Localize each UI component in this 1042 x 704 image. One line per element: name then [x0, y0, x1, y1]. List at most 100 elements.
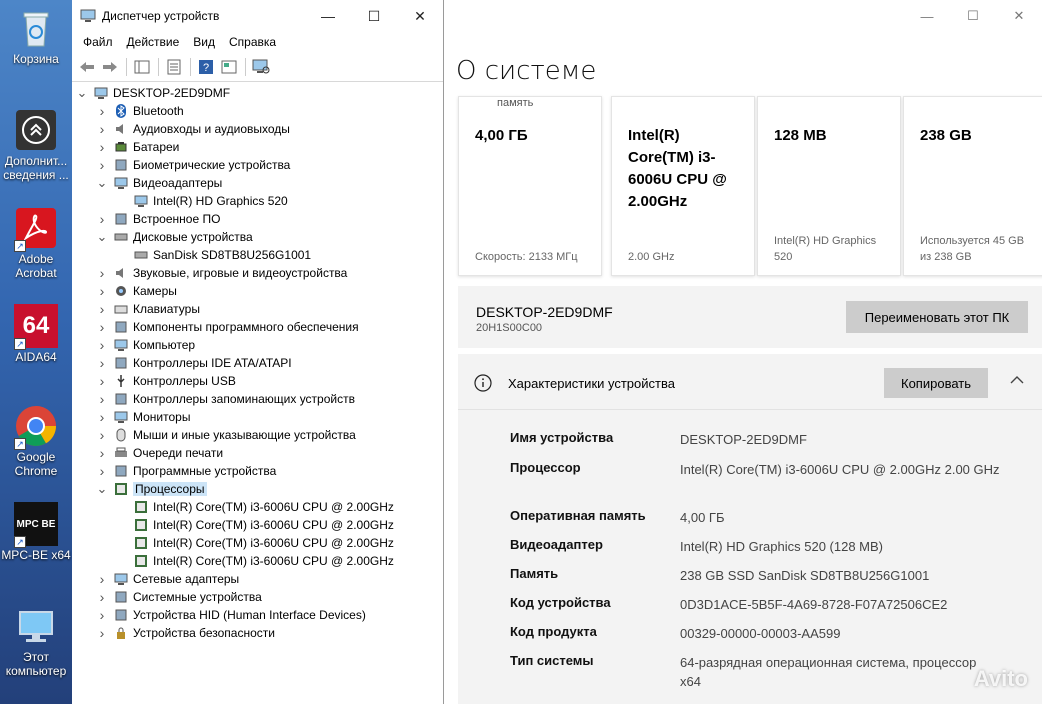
back-icon[interactable] [76, 56, 98, 78]
tree-node[interactable]: ⌄ Видеоадаптеры [96, 174, 223, 192]
tree-node[interactable]: Intel(R) Core(TM) i3-6006U CPU @ 2.00GHz [116, 534, 394, 552]
chevron-right-icon[interactable]: › [96, 589, 108, 605]
chevron-down-icon[interactable]: ⌄ [96, 230, 108, 243]
tree-node-label: DESKTOP-2ED9DMF [113, 86, 231, 100]
chevron-down-icon[interactable]: ⌄ [96, 176, 108, 189]
tree-node[interactable]: › Аудиовходы и аудиовыходы [96, 120, 290, 138]
tree-node[interactable]: Intel(R) Core(TM) i3-6006U CPU @ 2.00GHz [116, 552, 394, 570]
tree-node[interactable]: › Мыши и иные указывающие устройства [96, 426, 356, 444]
tree-node[interactable]: › Камеры [96, 282, 177, 300]
monitor-icon [114, 410, 128, 424]
settings-maximize-button[interactable]: ☐ [950, 0, 996, 32]
properties-icon[interactable] [163, 56, 185, 78]
settings-window: — ☐ ✕ О системе память 4,00 ГБ Скорость:… [444, 0, 1042, 704]
tree-node[interactable]: › Батареи [96, 138, 180, 156]
security-device-icon [114, 626, 128, 640]
help-icon[interactable]: ? [195, 56, 217, 78]
chevron-right-icon[interactable]: › [96, 121, 108, 137]
tree-node[interactable]: Intel(R) Core(TM) i3-6006U CPU @ 2.00GHz [116, 516, 394, 534]
chevron-right-icon[interactable]: › [96, 283, 108, 299]
fingerprint-icon [114, 158, 128, 172]
desktop-icon-recycle-bin[interactable]: Корзина [0, 6, 72, 66]
menu-help[interactable]: Справка [222, 35, 283, 49]
device-manager-titlebar[interactable]: Диспетчер устройств — ☐ ✕ [72, 0, 443, 32]
settings-minimize-button[interactable]: — [904, 0, 950, 32]
tree-node[interactable]: › Устройства HID (Human Interface Devices… [96, 606, 366, 624]
chevron-right-icon[interactable]: › [96, 427, 108, 443]
chevron-right-icon[interactable]: › [96, 337, 108, 353]
forward-icon[interactable] [99, 56, 121, 78]
desktop-icon-additional-info[interactable]: Дополнит... сведения ... [0, 108, 72, 182]
desktop-icon-mpc-be[interactable]: MPC BE ↗ MPC-BE x64 [0, 502, 72, 562]
chevron-right-icon[interactable]: › [96, 625, 108, 641]
spec-value: DESKTOP-2ED9DMF [680, 432, 807, 447]
rename-pc-button[interactable]: Переименовать этот ПК [846, 301, 1028, 333]
chevron-right-icon[interactable]: › [96, 319, 108, 335]
minimize-button[interactable]: — [305, 0, 351, 32]
keyboard-icon [114, 302, 128, 316]
tree-node[interactable]: › Компьютер [96, 336, 195, 354]
chevron-right-icon[interactable]: › [96, 301, 108, 317]
chevron-down-icon[interactable]: ⌄ [96, 482, 108, 495]
tree-node[interactable]: › Клавиатуры [96, 300, 200, 318]
tree-node[interactable]: › Программные устройства [96, 462, 277, 480]
tree-node[interactable]: › Очереди печати [96, 444, 223, 462]
tree-node[interactable]: ⌄ DESKTOP-2ED9DMF [76, 84, 231, 102]
desktop-icon-aida64[interactable]: 64 ↗ AIDA64 [0, 304, 72, 364]
google-chrome-icon: ↗ [14, 404, 58, 450]
tree-node[interactable]: ⌄ Дисковые устройства [96, 228, 253, 246]
specifications-header[interactable]: Характеристики устройства Копировать [458, 354, 1042, 410]
chevron-right-icon[interactable]: › [96, 157, 108, 173]
maximize-button[interactable]: ☐ [351, 0, 397, 32]
chevron-right-icon[interactable]: › [96, 103, 108, 119]
chevron-right-icon[interactable]: › [96, 373, 108, 389]
show-hide-tree-icon[interactable] [131, 56, 153, 78]
tree-node[interactable]: › Контроллеры USB [96, 372, 236, 390]
tree-node[interactable]: SanDisk SD8TB8U256G1001 [116, 246, 311, 264]
chevron-right-icon[interactable]: › [96, 463, 108, 479]
close-button[interactable]: ✕ [397, 0, 443, 32]
tree-node[interactable]: ⌄ Процессоры [96, 480, 207, 498]
tree-node[interactable]: › Контроллеры IDE ATA/ATAPI [96, 354, 292, 372]
tree-node[interactable]: › Сетевые адаптеры [96, 570, 240, 588]
tree-node[interactable]: › Компоненты программного обеспечения [96, 318, 359, 336]
tree-node[interactable]: › Встроенное ПО [96, 210, 221, 228]
chevron-down-icon[interactable]: ⌄ [76, 86, 88, 99]
desktop-icon-google-chrome[interactable]: ↗ Google Chrome [0, 404, 72, 478]
desktop-icon-adobe-acrobat[interactable]: ↗ Adobe Acrobat [0, 206, 72, 280]
chevron-right-icon[interactable]: › [96, 607, 108, 623]
copy-button[interactable]: Копировать [884, 368, 988, 398]
menu-file[interactable]: Файл [76, 35, 120, 49]
menu-view[interactable]: Вид [186, 35, 222, 49]
tree-node[interactable]: Intel(R) HD Graphics 520 [116, 192, 288, 210]
tree-node[interactable]: › Устройства безопасности [96, 624, 275, 642]
tree-node[interactable]: › Мониторы [96, 408, 191, 426]
scan-hardware-icon[interactable] [250, 56, 272, 78]
desktop-icon-this-pc[interactable]: Этот компьютер [0, 604, 72, 678]
tree-node[interactable]: › Звуковые, игровые и видеоустройства [96, 264, 348, 282]
resources-icon[interactable] [218, 56, 240, 78]
tree-node[interactable]: › Контроллеры запоминающих устройств [96, 390, 355, 408]
tree-node[interactable]: › Биометрические устройства [96, 156, 291, 174]
chevron-right-icon[interactable]: › [96, 571, 108, 587]
tree-node[interactable]: Intel(R) Core(TM) i3-6006U CPU @ 2.00GHz [116, 498, 394, 516]
tree-node-label: Контроллеры запоминающих устройств [133, 392, 355, 406]
spec-value: 00329-00000-00003-AA599 [680, 626, 841, 641]
processor-icon [134, 554, 148, 568]
chevron-right-icon[interactable]: › [96, 409, 108, 425]
chevron-up-icon[interactable] [1010, 374, 1024, 388]
tree-node-label: Встроенное ПО [133, 212, 221, 226]
chevron-right-icon[interactable]: › [96, 139, 108, 155]
tree-node-label: Процессоры [133, 482, 207, 496]
chevron-right-icon[interactable]: › [96, 355, 108, 371]
chevron-right-icon[interactable]: › [96, 211, 108, 227]
menu-action[interactable]: Действие [120, 35, 187, 49]
tree-node[interactable]: › Системные устройства [96, 588, 262, 606]
display-adapter-icon [114, 176, 128, 190]
tree-node[interactable]: › Bluetooth [96, 102, 184, 120]
shortcut-arrow-icon: ↗ [14, 240, 26, 252]
settings-close-button[interactable]: ✕ [996, 0, 1042, 32]
chevron-right-icon[interactable]: › [96, 391, 108, 407]
chevron-right-icon[interactable]: › [96, 445, 108, 461]
chevron-right-icon[interactable]: › [96, 265, 108, 281]
